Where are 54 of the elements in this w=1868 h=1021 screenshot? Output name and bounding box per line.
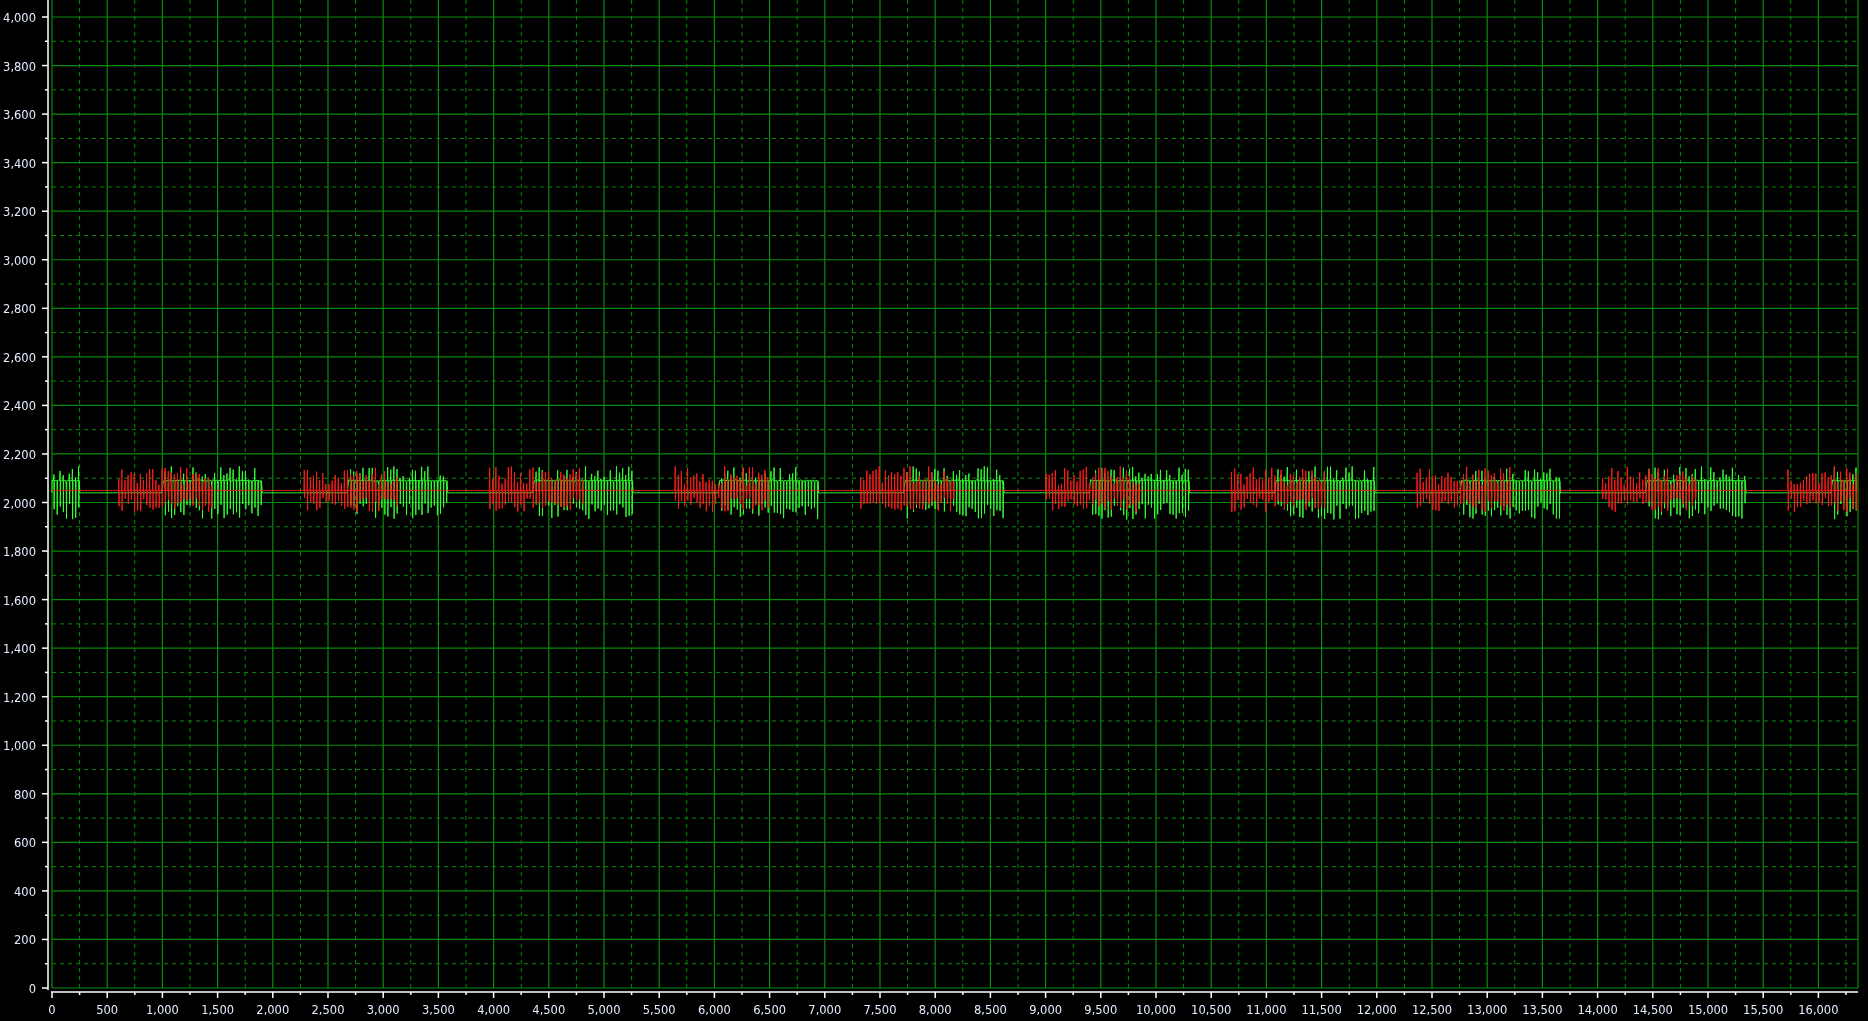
y-axis-label: 2,200 bbox=[3, 447, 36, 462]
y-axis-label: 1,000 bbox=[3, 739, 36, 754]
x-axis-label: 0 bbox=[48, 1003, 56, 1017]
y-axis-label: 1,400 bbox=[3, 642, 36, 657]
y-axis-label: 2,600 bbox=[3, 350, 36, 365]
x-axis-label: 500 bbox=[96, 1003, 119, 1017]
y-axis-label: 0 bbox=[28, 982, 36, 996]
x-axis-label: 1,000 bbox=[145, 1003, 179, 1017]
y-axis-label: 400 bbox=[14, 884, 36, 899]
x-axis-label: 12,000 bbox=[1356, 1003, 1397, 1017]
x-axis-label: 2,000 bbox=[256, 1003, 290, 1017]
x-axis-label: 2,500 bbox=[311, 1003, 345, 1017]
x-axis-label: 3,500 bbox=[421, 1003, 455, 1017]
x-axis-label: 11,000 bbox=[1246, 1003, 1287, 1017]
x-axis-label: 14,000 bbox=[1577, 1003, 1618, 1017]
y-axis-label: 4,000 bbox=[3, 11, 36, 25]
x-axis-label: 5,000 bbox=[587, 1003, 621, 1017]
x-axis-label: 1,500 bbox=[201, 1003, 235, 1017]
x-axis-label: 9,500 bbox=[1084, 1003, 1118, 1017]
x-axis-label: 6,500 bbox=[753, 1003, 787, 1017]
y-axis-label: 2,800 bbox=[3, 302, 36, 317]
x-axis-label: 7,500 bbox=[863, 1003, 897, 1017]
x-axis-label: 11,500 bbox=[1301, 1003, 1342, 1017]
y-axis-label: 3,400 bbox=[3, 156, 36, 171]
x-axis-label: 8,500 bbox=[973, 1003, 1007, 1017]
x-axis-label: 14,500 bbox=[1632, 1003, 1673, 1017]
x-axis-label: 6,000 bbox=[697, 1003, 731, 1017]
x-axis-label: 13,500 bbox=[1522, 1003, 1563, 1017]
y-axis-label: 3,200 bbox=[3, 205, 36, 220]
y-axis-label: 800 bbox=[14, 787, 36, 802]
y-axis-label: 3,600 bbox=[3, 108, 36, 123]
x-axis-label: 10,500 bbox=[1191, 1003, 1232, 1017]
x-axis-label: 9,000 bbox=[1029, 1003, 1063, 1017]
x-axis-label: 7,000 bbox=[808, 1003, 842, 1017]
x-axis-label: 15,500 bbox=[1743, 1003, 1784, 1017]
x-axis-label: 8,000 bbox=[918, 1003, 952, 1017]
x-axis-label: 12,500 bbox=[1411, 1003, 1453, 1017]
x-axis-label: 5,500 bbox=[642, 1003, 676, 1017]
y-axis-label: 600 bbox=[14, 836, 36, 851]
y-axis-label: 2,400 bbox=[3, 399, 36, 414]
x-axis-label: 3,000 bbox=[366, 1003, 400, 1017]
y-axis-label: 2,000 bbox=[3, 496, 36, 511]
y-axis-label: 1,800 bbox=[3, 545, 36, 560]
y-axis-label: 1,600 bbox=[3, 593, 36, 608]
y-axis-label: 3,800 bbox=[3, 59, 36, 74]
y-axis-label: 200 bbox=[14, 933, 36, 948]
x-axis-label: 4,500 bbox=[532, 1003, 566, 1017]
y-axis-label: 1,200 bbox=[3, 690, 36, 705]
x-axis-label: 10,000 bbox=[1135, 1003, 1177, 1017]
y-axis-label: 3,000 bbox=[3, 253, 36, 268]
x-axis-label: 4,000 bbox=[477, 1003, 511, 1017]
x-axis-label: 13,000 bbox=[1467, 1003, 1508, 1017]
x-axis-label: 15,000 bbox=[1687, 1003, 1729, 1017]
x-axis-label: 16,000 bbox=[1798, 1003, 1839, 1017]
